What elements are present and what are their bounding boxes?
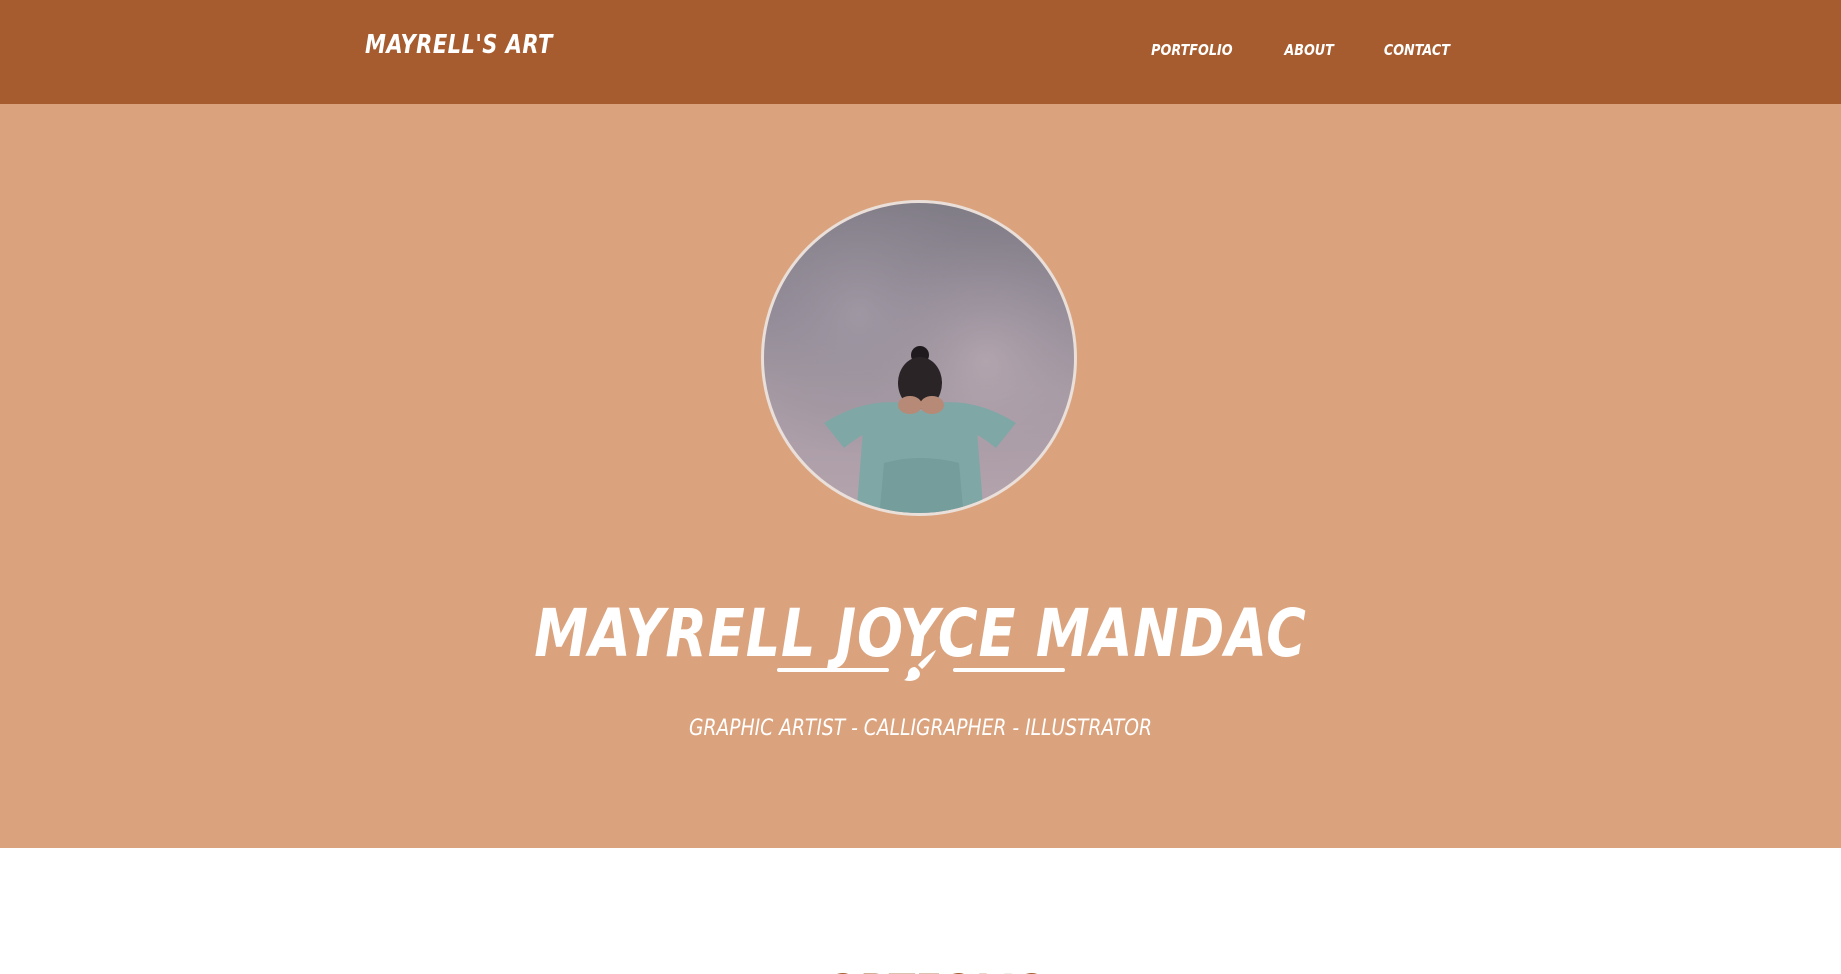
navbar: MAYRELL'S ART PORTFOLIO ABOUT CONTACT <box>0 0 1841 104</box>
paintbrush-icon <box>904 650 936 681</box>
portrait-image <box>764 203 1074 513</box>
nav-links: PORTFOLIO ABOUT CONTACT <box>1144 41 1456 59</box>
hero-divider <box>0 648 1841 686</box>
hero-subtitle: GRAPHIC ARTIST - CALLIGRAPHER - ILLUSTRA… <box>689 716 1152 741</box>
divider-line-left <box>777 668 889 672</box>
brand-link[interactable]: MAYRELL'S ART <box>365 30 553 60</box>
avatar <box>761 200 1077 516</box>
nav-link-about[interactable]: ABOUT <box>1284 41 1333 59</box>
nav-link-contact[interactable]: CONTACT <box>1384 41 1450 59</box>
portfolio-title: PORTFOLIO <box>166 965 1676 974</box>
divider-line-right <box>953 668 1065 672</box>
nav-link-portfolio[interactable]: PORTFOLIO <box>1151 41 1232 59</box>
